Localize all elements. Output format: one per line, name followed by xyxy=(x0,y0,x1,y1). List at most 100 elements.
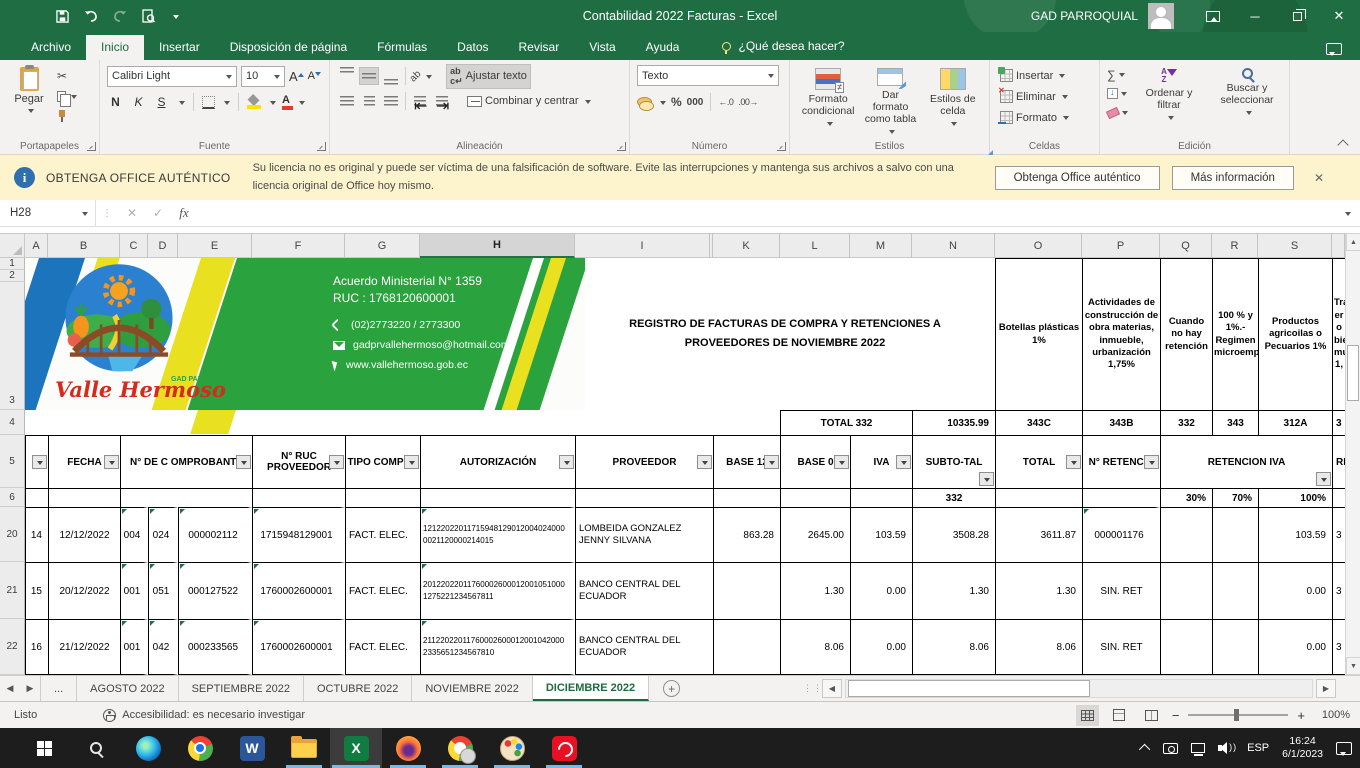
avatar[interactable] xyxy=(1148,3,1174,29)
account-name[interactable]: GAD PARROQUIAL xyxy=(1031,9,1138,23)
expand-formula-bar-icon[interactable] xyxy=(1342,204,1360,222)
align-bottom-button[interactable] xyxy=(381,67,401,85)
column-header-I[interactable]: I xyxy=(575,233,710,258)
cell-G6[interactable] xyxy=(345,488,420,507)
align-left-button[interactable] xyxy=(337,92,357,110)
ribbon-tab-fórmulas[interactable]: Fórmulas xyxy=(362,35,442,60)
format-cells-button[interactable]: Formato xyxy=(997,107,1094,128)
decrease-decimal-button[interactable]: .00→ xyxy=(738,97,758,107)
autosum-button[interactable]: ∑ xyxy=(1107,67,1128,82)
cell-D20[interactable]: 024 xyxy=(148,507,178,562)
ribbon-tab-archivo[interactable]: Archivo xyxy=(16,35,86,60)
cell-I21[interactable]: BANCO CENTRAL DEL ECUADOR xyxy=(575,562,713,619)
accessibility-status[interactable]: Accesibilidad: es necesario investigar xyxy=(103,709,305,722)
vertical-scroll-thumb[interactable] xyxy=(1347,345,1359,401)
taskbar-excel-icon[interactable]: X xyxy=(330,728,382,768)
column-header-L[interactable]: L xyxy=(780,233,850,258)
cell-A5[interactable] xyxy=(25,435,48,488)
clear-button[interactable] xyxy=(1107,105,1128,120)
ribbon-tab-disposición-de-página[interactable]: Disposición de página xyxy=(215,35,362,60)
cell-I1[interactable]: REGISTRO DE FACTURAS DE COMPRA Y RETENCI… xyxy=(575,258,995,410)
zoom-in-button[interactable]: + xyxy=(1297,708,1305,723)
cell-K6[interactable] xyxy=(713,488,780,507)
taskbar-word-icon[interactable]: W xyxy=(226,728,278,768)
cell-H21[interactable]: 2012202201176000260001200105100012752212… xyxy=(420,562,575,619)
underline-button[interactable]: S xyxy=(153,95,170,109)
cell-B5[interactable]: FECHA xyxy=(48,435,120,488)
format-painter-button[interactable] xyxy=(57,109,77,123)
page-layout-view-button[interactable] xyxy=(1108,705,1131,726)
font-name-select[interactable]: Calibri Light xyxy=(107,66,237,87)
filter-button[interactable] xyxy=(979,472,994,486)
sheet-nav-left-icon[interactable]: ◀ xyxy=(0,676,20,701)
cell-G22[interactable]: FACT. ELEC. xyxy=(345,619,420,675)
font-size-select[interactable]: 10 xyxy=(241,66,285,87)
column-header-N[interactable]: N xyxy=(912,233,995,258)
bold-button[interactable]: N xyxy=(107,95,124,109)
conditional-formatting-button[interactable]: Formato condicional xyxy=(797,65,859,138)
cell-P1[interactable]: Actividades de construcción de obra mate… xyxy=(1082,258,1160,410)
ribbon-display-options-button[interactable] xyxy=(1192,0,1234,32)
filter-button[interactable] xyxy=(559,455,574,469)
close-warning-icon[interactable]: ✕ xyxy=(1314,171,1324,185)
sheet-tab-octubre-2022[interactable]: OCTUBRE 2022 xyxy=(304,676,412,701)
cell-C20[interactable]: 004 xyxy=(120,507,148,562)
filter-button[interactable] xyxy=(404,455,419,469)
insert-cells-button[interactable]: Insertar xyxy=(997,65,1094,86)
cell-B21[interactable]: 20/12/2022 xyxy=(48,562,120,619)
cell-P22[interactable]: SIN. RET xyxy=(1082,619,1160,675)
taskbar-edge-icon[interactable] xyxy=(122,728,174,768)
dialog-launcher-icon[interactable] xyxy=(87,142,96,151)
cell-Q22[interactable] xyxy=(1160,619,1212,675)
column-header-P[interactable]: P xyxy=(1082,233,1160,258)
filter-button[interactable] xyxy=(104,455,119,469)
volume-icon[interactable]: )) xyxy=(1218,742,1234,754)
cell-E20[interactable]: 000002112 xyxy=(178,507,252,562)
taskbar-search-icon[interactable] xyxy=(70,728,122,768)
select-all-corner[interactable] xyxy=(0,233,25,258)
collapse-ribbon-icon[interactable] xyxy=(1338,138,1348,148)
cell-R4[interactable]: 343 xyxy=(1212,410,1258,435)
cell-I5[interactable]: PROVEEDOR xyxy=(575,435,713,488)
filter-button[interactable] xyxy=(834,455,849,469)
cell-E21[interactable]: 000127522 xyxy=(178,562,252,619)
grow-font-button[interactable]: A xyxy=(289,69,298,84)
cell-L20[interactable]: 2645.00 xyxy=(780,507,850,562)
cell-M21[interactable]: 0.00 xyxy=(850,562,912,619)
column-header-R[interactable]: R xyxy=(1212,233,1258,258)
cell-F22[interactable]: 1760002600001 xyxy=(252,619,345,675)
cell-K22[interactable] xyxy=(713,619,780,675)
zoom-slider-thumb[interactable] xyxy=(1234,709,1239,721)
cell-L21[interactable]: 1.30 xyxy=(780,562,850,619)
cell-K20[interactable]: 863.28 xyxy=(713,507,780,562)
column-header-Q[interactable]: Q xyxy=(1160,233,1212,258)
sheet-tab-septiembre-2022[interactable]: SEPTIEMBRE 2022 xyxy=(179,676,304,701)
close-button[interactable]: ✕ xyxy=(1318,0,1360,32)
restore-button[interactable] xyxy=(1276,0,1318,32)
column-header-A[interactable]: A xyxy=(25,233,48,258)
cell-M20[interactable]: 103.59 xyxy=(850,507,912,562)
hscroll-right-icon[interactable]: ▶ xyxy=(1316,679,1336,698)
normal-view-button[interactable] xyxy=(1076,705,1099,726)
find-select-button[interactable]: Buscar y seleccionar xyxy=(1210,65,1284,138)
get-office-button[interactable]: Obtenga Office auténtico xyxy=(995,166,1160,190)
filter-button[interactable] xyxy=(697,455,712,469)
currency-icon[interactable] xyxy=(637,96,652,108)
column-header-E[interactable]: E xyxy=(178,233,252,258)
zoom-slider[interactable] xyxy=(1188,714,1288,716)
cell-N22[interactable]: 8.06 xyxy=(912,619,995,675)
cell-F20[interactable]: 1715948129001 xyxy=(252,507,345,562)
filter-button[interactable] xyxy=(764,455,779,469)
cell-N6[interactable]: 332 xyxy=(912,488,995,507)
dialog-launcher-icon[interactable] xyxy=(617,142,626,151)
font-color-icon[interactable]: A xyxy=(282,95,290,110)
page-break-view-button[interactable] xyxy=(1140,705,1163,726)
tell-me-search[interactable]: ¿Qué desea hacer? xyxy=(722,39,844,60)
cell-O22[interactable]: 8.06 xyxy=(995,619,1082,675)
cell-Q6[interactable]: 30% xyxy=(1160,488,1212,507)
cell-O6[interactable] xyxy=(995,488,1082,507)
filter-button[interactable] xyxy=(329,455,344,469)
number-format-select[interactable]: Texto xyxy=(637,65,779,86)
network-icon[interactable] xyxy=(1191,743,1205,753)
cell-F21[interactable]: 1760002600001 xyxy=(252,562,345,619)
